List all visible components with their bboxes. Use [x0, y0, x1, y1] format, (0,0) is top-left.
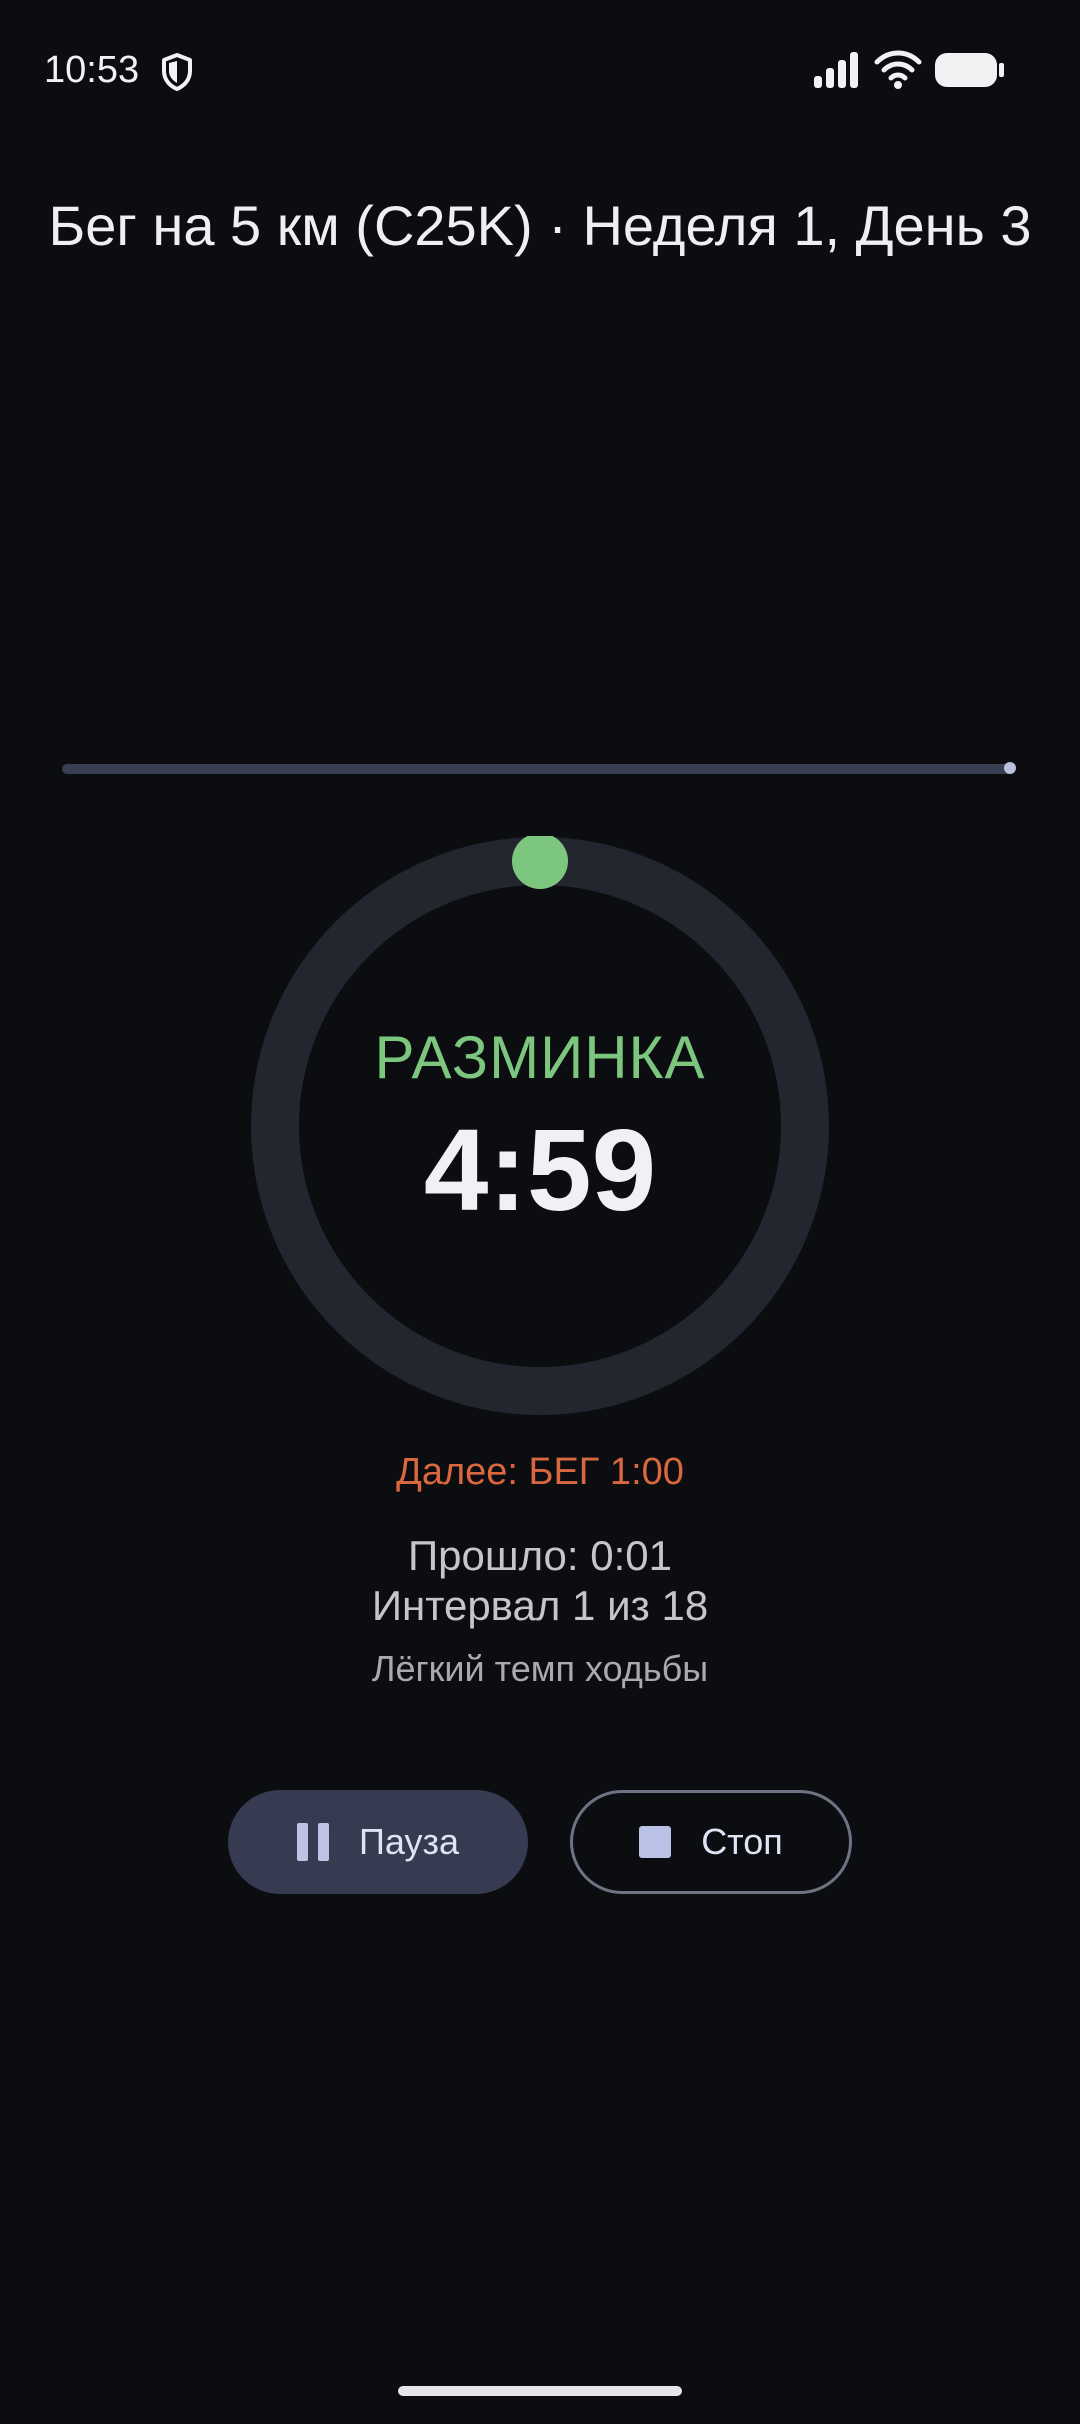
- home-indicator[interactable]: [398, 2386, 682, 2396]
- pause-button[interactable]: Пауза: [228, 1790, 528, 1894]
- workout-progress-bar: [62, 764, 1014, 774]
- stop-button[interactable]: Стоп: [570, 1790, 852, 1894]
- shield-icon: [160, 52, 194, 92]
- status-time: 10:53: [44, 49, 140, 91]
- stop-button-label: Стоп: [701, 1821, 783, 1862]
- phase-label: РАЗМИНКА: [374, 1024, 706, 1091]
- pace-hint-label: Лёгкий темп ходьбы: [371, 1648, 709, 1689]
- elapsed-time-label: Прошло: 0:01: [407, 1532, 673, 1579]
- interval-counter-label: Интервал 1 из 18: [371, 1582, 709, 1629]
- next-interval-label: Далее: БЕГ 1:00: [396, 1451, 684, 1493]
- countdown-timer: 4:59: [423, 1105, 657, 1235]
- page-title: Бег на 5 км (C25K) · Неделя 1, День 3: [48, 194, 1032, 257]
- battery-icon: [934, 52, 1006, 88]
- stop-icon: [639, 1826, 672, 1858]
- wifi-icon: [874, 48, 922, 90]
- workout-progress-end-dot: [1004, 762, 1016, 774]
- pause-icon: [296, 1823, 329, 1861]
- signal-icon: [812, 50, 862, 90]
- pause-button-label: Пауза: [358, 1821, 460, 1862]
